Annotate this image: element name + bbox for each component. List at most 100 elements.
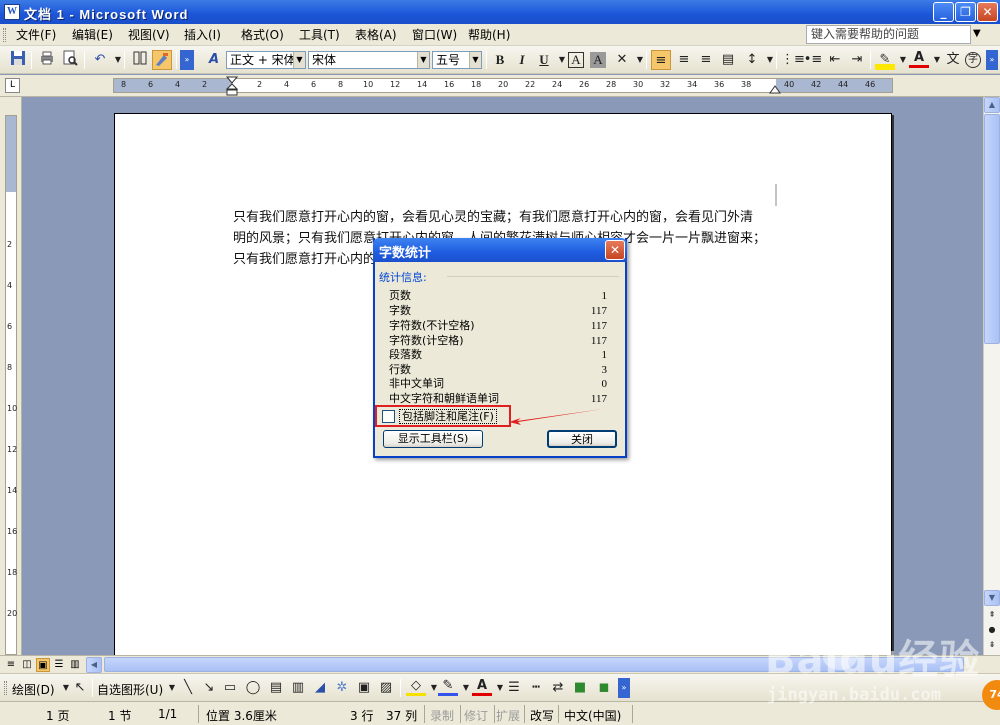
dialog-title-bar[interactable]: 字数统计 ✕ — [373, 238, 627, 262]
status-extend[interactable]: 扩展 — [496, 707, 520, 724]
shadow-style-icon[interactable]: ■ — [570, 678, 590, 698]
menu-tools[interactable]: 工具(T) — [299, 27, 340, 43]
tab-selector[interactable]: L — [5, 78, 20, 93]
wordart-icon[interactable]: ◢ — [310, 678, 330, 698]
menu-table[interactable]: 表格(A) — [355, 27, 397, 43]
print-preview-icon[interactable] — [60, 50, 80, 70]
font-size-combo[interactable]: 五号 ▼ — [432, 51, 482, 69]
scroll-left-icon[interactable]: ◀ — [86, 657, 102, 673]
print-view-icon[interactable]: ▣ — [36, 658, 50, 672]
phonetic-guide-button[interactable]: 文 — [943, 50, 963, 70]
scroll-up-icon[interactable]: ▲ — [984, 97, 1000, 113]
dash-style-icon[interactable]: ┅ — [526, 678, 546, 698]
fill-color-icon[interactable]: ◇ — [406, 678, 426, 696]
include-footnotes-checkbox[interactable] — [382, 410, 395, 423]
3d-style-icon[interactable]: ◼ — [594, 678, 614, 698]
chevron-down-icon[interactable]: ▼ — [469, 52, 481, 68]
drawbar-more-icon[interactable]: » — [618, 678, 630, 698]
vertical-ruler[interactable]: 2 4 6 8 10 12 14 16 18 20 — [0, 97, 22, 655]
status-record[interactable]: 录制 — [430, 707, 454, 724]
status-track-changes[interactable]: 修订 — [464, 707, 488, 724]
bold-button[interactable]: B — [490, 50, 510, 70]
menu-file[interactable]: 文件(F) — [16, 27, 56, 43]
rectangle-icon[interactable]: ▭ — [220, 678, 240, 698]
align-left-icon[interactable]: ≡ — [651, 50, 671, 70]
diagram-icon[interactable]: ✲ — [332, 678, 352, 698]
word-app-icon[interactable]: W — [4, 4, 20, 20]
style-combo[interactable]: 正文 + 宋体 ▼ — [226, 51, 306, 69]
underline-button[interactable]: U — [534, 50, 554, 70]
insert-picture-icon[interactable]: ▨ — [376, 678, 396, 698]
char-shading-button[interactable]: A — [590, 52, 606, 68]
normal-view-icon[interactable]: ≡ — [4, 658, 18, 672]
web-view-icon[interactable]: ◫ — [20, 658, 34, 672]
vertical-scrollbar[interactable]: ▲ ▼ ⇞ ● ⇟ — [983, 97, 1000, 655]
help-question-input[interactable]: 键入需要帮助的问题 — [806, 25, 971, 44]
menu-grip[interactable] — [3, 28, 6, 42]
menu-window[interactable]: 窗口(W) — [412, 27, 457, 43]
font-color-icon[interactable]: A — [909, 50, 929, 68]
minimize-button[interactable]: _ — [933, 2, 954, 22]
numbering-icon[interactable]: ⋮≡ — [781, 50, 805, 70]
highlight-icon[interactable]: ✎ — [875, 50, 895, 70]
text-box-icon[interactable]: ▤ — [266, 678, 286, 698]
styles-icon[interactable]: A — [204, 50, 224, 70]
enclose-characters-icon[interactable]: 字 — [965, 52, 981, 68]
columns-icon[interactable] — [130, 50, 150, 70]
line-icon[interactable]: ╲ — [178, 678, 198, 698]
char-border-button[interactable]: A — [568, 52, 584, 68]
draw-font-color-icon[interactable]: A — [472, 678, 492, 696]
horizontal-ruler[interactable]: L 8 6 4 2 2 4 6 8 10 12 14 16 18 20 22 2… — [0, 75, 1000, 97]
menu-format[interactable]: 格式(O) — [241, 27, 284, 43]
toolbar-more-icon[interactable]: » — [986, 50, 998, 70]
char-scale-icon[interactable]: ✕ — [612, 50, 632, 70]
restore-button[interactable]: ❐ — [955, 2, 976, 22]
align-right-icon[interactable]: ≡ — [696, 50, 716, 70]
undo-icon[interactable]: ↶ — [90, 50, 110, 70]
scroll-thumb[interactable] — [984, 114, 1000, 344]
undo-dropdown-icon[interactable]: ▼ — [108, 50, 128, 70]
autoshapes-menu-button[interactable]: 自选图形(U) — [97, 681, 163, 698]
indent-marker-icon[interactable] — [226, 76, 238, 96]
menu-insert[interactable]: 插入(I) — [184, 27, 221, 43]
arrow-style-icon[interactable]: ⇄ — [548, 678, 568, 698]
draw-menu-button[interactable]: 绘图(D) — [12, 681, 55, 698]
dialog-close-icon[interactable]: ✕ — [605, 240, 625, 260]
status-overtype[interactable]: 改写 — [530, 707, 554, 724]
toolbar-grip[interactable] — [4, 681, 7, 695]
menu-edit[interactable]: 编辑(E) — [72, 27, 113, 43]
decrease-indent-icon[interactable]: ⇤ — [825, 50, 845, 70]
clip-art-icon[interactable]: ▣ — [354, 678, 374, 698]
drawing-toggle-icon[interactable] — [152, 50, 172, 70]
menu-view[interactable]: 视图(V) — [128, 27, 170, 43]
justify-icon[interactable]: ▤ — [718, 50, 738, 70]
font-combo[interactable]: 宋体 ▼ — [308, 51, 430, 69]
chevron-down-icon[interactable]: ▼ — [293, 52, 305, 68]
vertical-ruler-strip[interactable]: 2 4 6 8 10 12 14 16 18 20 — [5, 115, 17, 655]
increase-indent-icon[interactable]: ⇥ — [847, 50, 867, 70]
right-indent-marker-icon[interactable] — [769, 82, 781, 94]
vertical-text-box-icon[interactable]: ▥ — [288, 678, 308, 698]
scroll-down-icon[interactable]: ▼ — [984, 590, 1000, 606]
reading-view-icon[interactable]: ▥ — [68, 658, 82, 672]
menu-help[interactable]: 帮助(H) — [468, 27, 510, 43]
line-spacing-icon[interactable]: ↕ — [742, 50, 762, 70]
char-scale-dropdown-icon[interactable]: ▼ — [630, 50, 650, 70]
select-objects-icon[interactable]: ↖ — [70, 678, 90, 698]
include-footnotes-label[interactable]: 包括脚注和尾注(F) — [399, 409, 497, 424]
show-toolbar-button[interactable]: 显示工具栏(S) — [383, 430, 483, 448]
chevron-down-icon[interactable]: ▼ — [417, 52, 429, 68]
oval-icon[interactable]: ◯ — [243, 678, 263, 698]
line-color-icon[interactable]: ✎ — [438, 678, 458, 696]
close-dialog-button[interactable]: 关闭 — [547, 430, 617, 448]
help-dropdown-icon[interactable]: ▼ — [973, 28, 981, 39]
toolbar-options-icon[interactable]: » — [180, 50, 194, 70]
outline-view-icon[interactable]: ☰ — [52, 658, 66, 672]
arrow-icon[interactable]: ↘ — [199, 678, 219, 698]
bullets-icon[interactable]: •≡ — [803, 50, 823, 70]
line-spacing-dropdown-icon[interactable]: ▼ — [760, 50, 780, 70]
line-style-icon[interactable]: ☰ — [504, 678, 524, 698]
center-icon[interactable]: ≡ — [674, 50, 694, 70]
print-icon[interactable] — [37, 50, 57, 70]
close-window-button[interactable]: ✕ — [977, 2, 998, 22]
